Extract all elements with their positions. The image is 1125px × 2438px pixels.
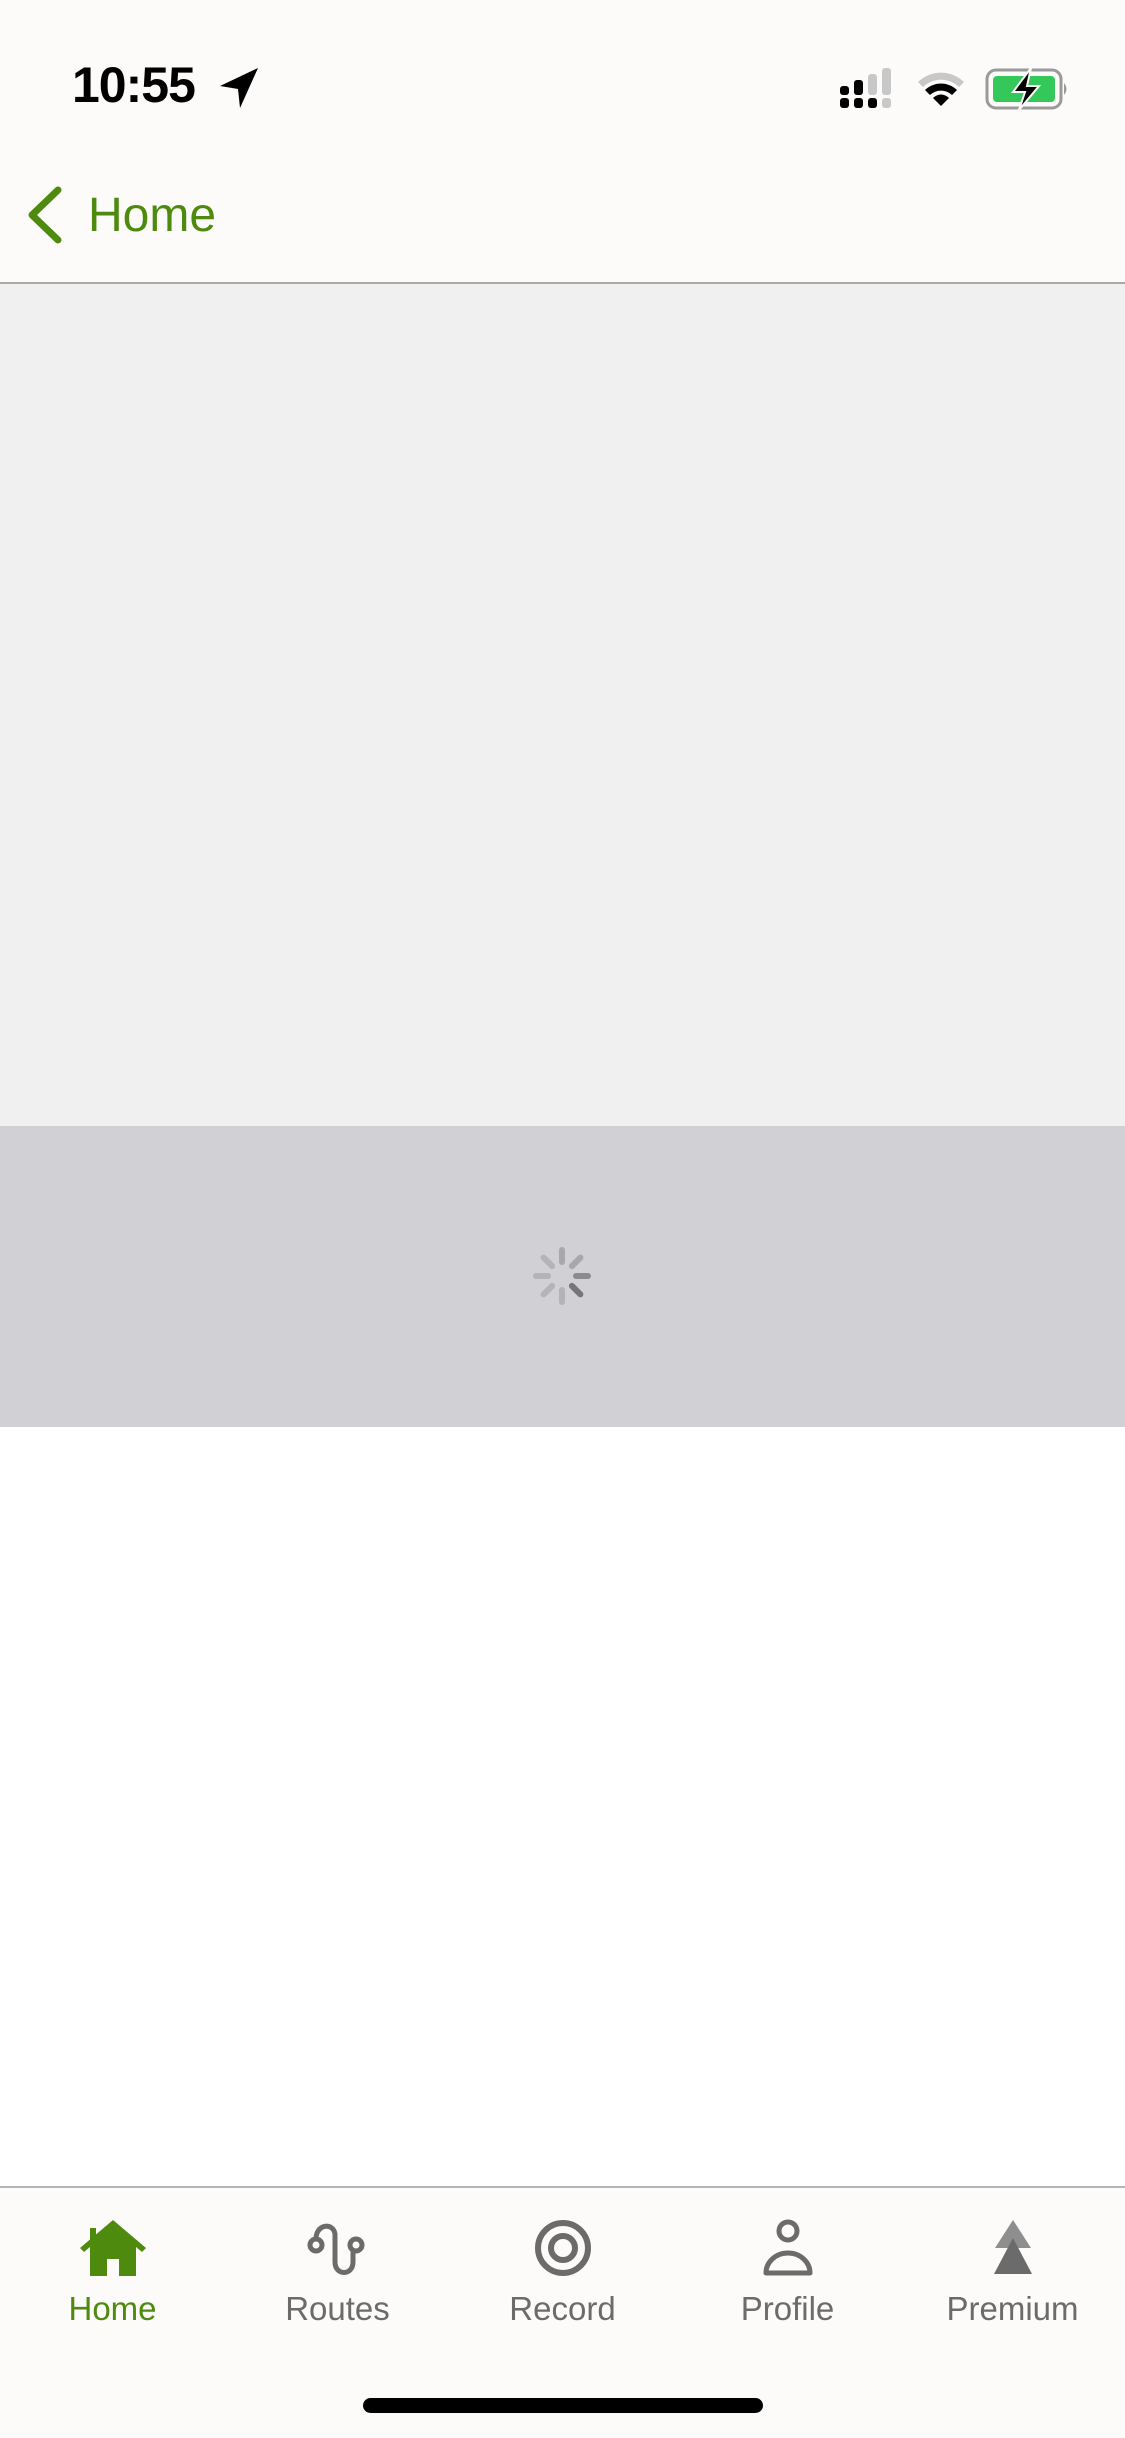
tab-label: Routes [285,2290,390,2327]
status-bar: 10:55 [0,0,1125,150]
tab-premium[interactable]: Premium [900,2218,1125,2328]
house-icon [79,2220,146,2276]
route-icon [307,2223,364,2275]
person-icon [763,2219,812,2276]
tab-routes[interactable]: Routes [225,2218,450,2328]
back-button[interactable]: Home [22,180,216,250]
record-icon [534,2220,591,2276]
content-area [0,1427,1125,2186]
tab-label: Record [509,2290,616,2327]
cellular-signal-icon [840,68,891,108]
home-indicator[interactable] [363,2398,763,2413]
back-button-label: Home [88,188,217,242]
status-time: 10:55 [72,57,196,113]
tab-label: Home [68,2290,157,2327]
tab-label: Premium [946,2290,1079,2327]
tab-record[interactable]: Record [450,2218,675,2328]
loading-spinner-icon [533,1247,591,1305]
navigation-bar: Home [0,150,1125,284]
tab-label: Profile [740,2290,835,2327]
tab-home[interactable]: Home [0,2218,225,2328]
tab-profile[interactable]: Profile [675,2218,900,2328]
wifi-icon [918,72,964,106]
chevron-left-icon [28,186,62,244]
map-placeholder[interactable] [0,284,1125,1126]
location-arrow-icon [220,68,258,108]
premium-peaks-icon [993,2220,1032,2274]
battery-charging-icon [985,67,1067,111]
